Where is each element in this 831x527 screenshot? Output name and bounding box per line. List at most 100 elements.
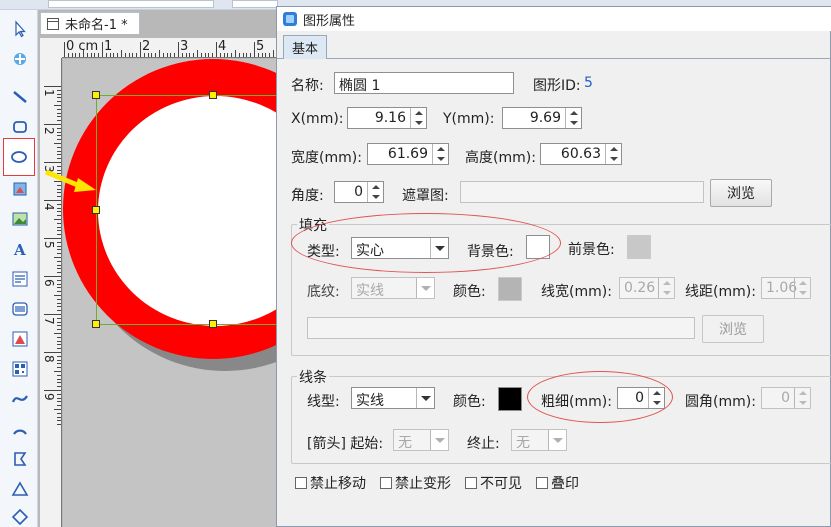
ruler-minor-tick (57, 412, 61, 414)
toolbar-field[interactable] (48, 0, 214, 8)
x-stepper[interactable]: 9.16 (347, 107, 427, 129)
ruler-minor-tick (265, 53, 267, 57)
ruler-minor-tick (57, 230, 61, 232)
ruler-minor-tick (57, 215, 61, 217)
ruler-minor-tick (57, 207, 61, 209)
shape-icon[interactable] (7, 326, 33, 352)
mask-browse-button[interactable]: 浏览 (710, 179, 772, 207)
line-width-stepper[interactable]: 0.26 (619, 277, 675, 299)
lock-resize-checkbox[interactable]: 禁止变形 (380, 473, 451, 493)
dialog-titlebar[interactable]: 图形属性 (277, 7, 831, 31)
ruler-minor-tick (147, 53, 149, 57)
text-icon[interactable]: A (7, 236, 33, 262)
ruler-minor-tick (124, 53, 126, 57)
checkbox-box[interactable] (536, 477, 548, 489)
y-stepper[interactable]: 9.69 (502, 107, 582, 129)
fg-color-swatch[interactable] (627, 235, 651, 259)
checkbox-label: 禁止移动 (310, 476, 366, 492)
ruler-minor-tick (57, 116, 61, 118)
width-value: 61.69 (387, 146, 428, 162)
rounded-rectangle-icon[interactable] (7, 114, 33, 140)
ruler-minor-tick (79, 53, 81, 57)
ruler-minor-tick (219, 53, 221, 57)
image-icon[interactable] (7, 176, 33, 202)
overprint-checkbox[interactable]: 叠印 (536, 473, 579, 493)
ruler-minor-tick (238, 53, 240, 57)
mask-label: 遮罩图: (402, 188, 449, 204)
line-color-swatch[interactable] (498, 387, 522, 411)
corner-stepper[interactable]: 0 (761, 387, 811, 409)
angle-stepper[interactable]: 0 (334, 181, 384, 203)
line-spacing-spin-buttons[interactable] (794, 278, 810, 298)
corner-spin-buttons[interactable] (794, 388, 810, 408)
barcode-icon[interactable] (7, 296, 33, 322)
name-field[interactable]: 椭圆 1 (334, 72, 514, 94)
resize-handle-top[interactable] (209, 91, 217, 99)
picture-icon[interactable] (7, 206, 33, 232)
pattern-color-swatch[interactable] (498, 277, 522, 301)
ruler-minor-tick (235, 50, 236, 57)
width-spin-buttons[interactable] (432, 144, 448, 164)
document-tab[interactable]: 未命名-1 * (40, 12, 140, 34)
mask-path-field[interactable] (460, 181, 704, 203)
resize-handle-top-left[interactable] (92, 91, 100, 99)
rich-text-icon[interactable] (7, 266, 33, 292)
fill-image-path-field[interactable] (307, 317, 695, 339)
curve-icon[interactable] (7, 386, 33, 412)
invisible-checkbox[interactable]: 不可见 (465, 473, 522, 493)
pan-icon[interactable] (7, 46, 33, 72)
chevron-down-icon[interactable] (548, 430, 566, 450)
line-spacing-value: 1.06 (766, 280, 798, 296)
line-type-select[interactable]: 实线 (351, 387, 435, 409)
ruler-minor-tick (273, 50, 274, 57)
arc-icon[interactable] (7, 416, 33, 442)
fill-browse-button[interactable]: 浏览 (702, 315, 764, 343)
line-spacing-stepper[interactable]: 1.06 (761, 277, 811, 299)
left-toolbar: A (0, 10, 38, 527)
tab-basic[interactable]: 基本 (283, 35, 327, 59)
width-stepper[interactable]: 61.69 (367, 143, 449, 165)
ruler-label: 1 (104, 39, 113, 54)
arrow-end-select[interactable]: 无 (511, 429, 567, 451)
ruler-corner (40, 38, 62, 58)
chevron-down-icon[interactable] (430, 430, 448, 450)
ruler-minor-tick (208, 53, 210, 57)
resize-handle-bottom[interactable] (209, 320, 217, 328)
height-stepper[interactable]: 60.63 (540, 143, 622, 165)
pattern-select[interactable]: 实线 (351, 277, 435, 299)
vertical-ruler: 123456789 (40, 58, 62, 527)
checkbox-box[interactable] (295, 477, 307, 489)
line-width-spin-buttons[interactable] (658, 278, 674, 298)
resize-handle-left[interactable] (92, 206, 100, 214)
ruler-minor-tick (57, 89, 61, 91)
checkbox-box[interactable] (380, 477, 392, 489)
triangle-icon[interactable] (7, 476, 33, 502)
ellipse-icon[interactable] (3, 138, 35, 176)
chevron-down-icon[interactable] (416, 388, 434, 408)
toolbar-field[interactable] (232, 0, 278, 8)
ruler-minor-tick (269, 53, 271, 57)
diamond-icon[interactable] (7, 504, 33, 527)
chevron-down-icon[interactable] (416, 278, 434, 298)
qrcode-icon[interactable] (7, 356, 33, 382)
y-value: 9.69 (529, 110, 561, 126)
select-arrow-icon[interactable] (7, 16, 33, 42)
line-icon[interactable] (7, 84, 33, 110)
ruler-minor-tick (57, 401, 61, 403)
pattern-value: 实线 (356, 283, 384, 299)
arrow-start-select[interactable]: 无 (393, 429, 449, 451)
y-spin-buttons[interactable] (565, 108, 581, 128)
ruler-minor-tick (132, 53, 134, 57)
checkbox-box[interactable] (465, 477, 477, 489)
ruler-label: 7 (42, 317, 56, 325)
angle-spin-buttons[interactable] (367, 182, 383, 202)
lock-move-checkbox[interactable]: 禁止移动 (295, 473, 366, 493)
polyline-icon[interactable] (7, 446, 33, 472)
ruler-minor-tick (57, 321, 61, 323)
x-spin-buttons[interactable] (410, 108, 426, 128)
resize-handle-bottom-left[interactable] (92, 320, 100, 328)
height-spin-buttons[interactable] (605, 144, 621, 164)
pattern-color-label: 颜色: (453, 284, 486, 300)
angle-label: 角度: (291, 188, 324, 204)
design-canvas[interactable] (63, 59, 278, 527)
